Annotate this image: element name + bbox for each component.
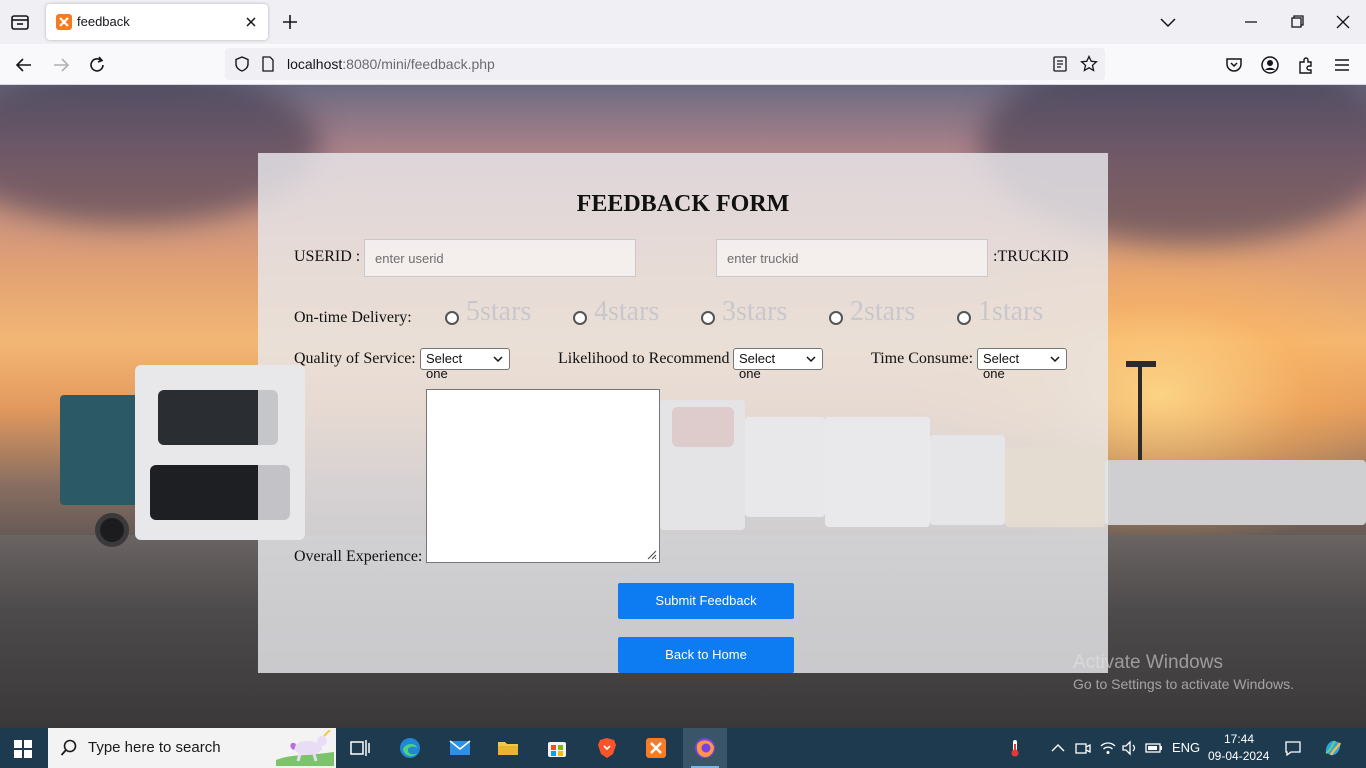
browser-tab-bar: feedback bbox=[0, 0, 1366, 44]
tab-feedback[interactable]: feedback bbox=[46, 4, 268, 40]
task-view-button[interactable] bbox=[338, 728, 382, 768]
background-wheel bbox=[95, 513, 129, 547]
temperature-tray-icon[interactable] bbox=[1006, 739, 1024, 757]
page-viewport: FEEDBACK FORM USERID : :TRUCKID On-time … bbox=[0, 85, 1366, 728]
time-consume-label: Time Consume: bbox=[871, 350, 974, 367]
address-bar[interactable]: localhost:8080/mini/feedback.php bbox=[225, 48, 1105, 80]
restore-icon[interactable] bbox=[1287, 12, 1307, 32]
mail-icon bbox=[449, 740, 471, 755]
taskbar-store-button[interactable] bbox=[535, 728, 579, 768]
taskbar-search-box[interactable]: Type here to search bbox=[48, 728, 336, 768]
input-language-indicator[interactable]: ENG bbox=[1172, 740, 1200, 755]
rating-1stars-label: 1stars bbox=[978, 296, 1044, 327]
menu-hamburger-icon[interactable] bbox=[1331, 54, 1353, 76]
resize-grip-icon[interactable] bbox=[645, 548, 657, 560]
rating-2stars-label: 2stars bbox=[850, 296, 916, 327]
tab-overflow-chevron-icon[interactable] bbox=[1158, 12, 1178, 32]
tab-list-icon[interactable] bbox=[8, 10, 32, 34]
time-consume-select[interactable]: Select one bbox=[977, 348, 1067, 381]
firefox-icon bbox=[695, 738, 715, 758]
account-icon[interactable] bbox=[1259, 54, 1281, 76]
search-icon bbox=[60, 739, 78, 757]
chevron-down-icon bbox=[806, 356, 816, 363]
rating-5stars-label: 5stars bbox=[466, 296, 532, 327]
brave-browser-icon bbox=[598, 738, 616, 758]
ontime-delivery-label: On-time Delivery: bbox=[294, 309, 412, 326]
rating-2stars-radio[interactable] bbox=[829, 311, 843, 325]
new-tab-plus-icon[interactable] bbox=[280, 12, 300, 32]
likelihood-to-recommend-select[interactable]: Select one bbox=[733, 348, 823, 381]
form-title: FEEDBACK FORM bbox=[576, 191, 790, 217]
taskbar-brave-button[interactable] bbox=[585, 728, 629, 768]
bookmark-star-icon[interactable] bbox=[1080, 54, 1098, 73]
chevron-down-icon bbox=[493, 356, 503, 363]
rating-1stars-radio[interactable] bbox=[957, 311, 971, 325]
task-view-icon bbox=[350, 740, 370, 756]
quality-of-service-label: Quality of Service: bbox=[294, 350, 416, 367]
url-host: localhost bbox=[287, 56, 343, 72]
rating-3stars-label: 3stars bbox=[722, 296, 788, 327]
truckid-input[interactable] bbox=[716, 239, 988, 277]
folder-icon bbox=[498, 742, 518, 755]
meet-now-tray-icon[interactable] bbox=[1074, 739, 1092, 757]
truckid-label: :TRUCKID bbox=[993, 248, 1069, 265]
userid-label: USERID : bbox=[294, 248, 361, 265]
minimize-icon[interactable] bbox=[1241, 12, 1261, 32]
taskbar-mail-button[interactable] bbox=[438, 728, 482, 768]
tracking-shield-icon[interactable] bbox=[233, 55, 251, 73]
windows-start-icon[interactable] bbox=[12, 738, 34, 760]
url-text: localhost:8080/mini/feedback.php bbox=[287, 56, 495, 72]
battery-icon[interactable] bbox=[1145, 739, 1163, 757]
page-info-icon[interactable] bbox=[261, 56, 275, 72]
quality-of-service-select[interactable]: Select one bbox=[420, 348, 510, 381]
notifications-icon[interactable] bbox=[1284, 739, 1302, 757]
quality-select-value: Select one bbox=[426, 351, 463, 381]
tab-title: feedback bbox=[77, 14, 130, 29]
taskbar-search-placeholder: Type here to search bbox=[88, 739, 221, 756]
overall-experience-textarea[interactable] bbox=[426, 389, 660, 563]
rating-4stars-label: 4stars bbox=[594, 296, 660, 327]
feedback-form-panel: FEEDBACK FORM USERID : :TRUCKID On-time … bbox=[258, 153, 1108, 673]
reader-view-icon[interactable] bbox=[1051, 55, 1069, 73]
back-arrow-icon[interactable] bbox=[13, 54, 35, 76]
speaker-volume-icon[interactable] bbox=[1121, 739, 1139, 757]
rating-4stars-radio[interactable] bbox=[573, 311, 587, 325]
forward-arrow-icon[interactable] bbox=[50, 54, 72, 76]
close-tab-icon[interactable] bbox=[242, 13, 260, 31]
activate-windows-watermark-title: Activate Windows bbox=[1073, 652, 1223, 673]
rating-3stars-radio[interactable] bbox=[701, 311, 715, 325]
taskbar-firefox-button[interactable] bbox=[683, 728, 727, 768]
activate-windows-watermark-subtitle: Go to Settings to activate Windows. bbox=[1073, 676, 1294, 692]
unicorn-search-highlight-icon bbox=[276, 729, 334, 766]
userid-input[interactable] bbox=[364, 239, 636, 277]
close-window-icon[interactable] bbox=[1333, 12, 1353, 32]
pocket-icon[interactable] bbox=[1223, 54, 1245, 76]
background-truck-fleet bbox=[1105, 460, 1366, 525]
taskbar-xampp-button[interactable] bbox=[634, 728, 678, 768]
xampp-favicon-icon bbox=[56, 14, 72, 30]
extensions-icon[interactable] bbox=[1295, 54, 1317, 76]
chevron-down-icon bbox=[1050, 356, 1060, 363]
copilot-icon[interactable] bbox=[1322, 737, 1344, 759]
time-select-value: Select one bbox=[983, 351, 1020, 381]
recommend-select-value: Select one bbox=[739, 351, 776, 381]
clock-time[interactable]: 17:44 bbox=[1224, 732, 1254, 746]
show-hidden-icons-chevron-up-icon[interactable] bbox=[1049, 739, 1067, 757]
taskbar-file-explorer-button[interactable] bbox=[486, 728, 530, 768]
clock-date[interactable]: 09-04-2024 bbox=[1208, 749, 1269, 763]
submit-feedback-button[interactable]: Submit Feedback bbox=[618, 583, 794, 619]
rating-5stars-radio[interactable] bbox=[445, 311, 459, 325]
back-to-home-button[interactable]: Back to Home bbox=[618, 637, 794, 673]
network-wifi-icon[interactable] bbox=[1099, 739, 1117, 757]
likelihood-to-recommend-label: Likelihood to Recommend bbox=[558, 350, 730, 367]
edge-browser-icon bbox=[400, 738, 420, 758]
browser-nav-bar: localhost:8080/mini/feedback.php bbox=[0, 44, 1366, 85]
taskbar-edge-button[interactable] bbox=[388, 728, 432, 768]
overall-experience-label: Overall Experience: bbox=[294, 548, 423, 565]
reload-icon[interactable] bbox=[86, 54, 108, 76]
url-path: :8080/mini/feedback.php bbox=[342, 56, 495, 72]
xampp-icon bbox=[646, 738, 666, 758]
windows-taskbar: Type here to search ENG 17:44 09-04-2024 bbox=[0, 728, 1366, 768]
microsoft-store-icon bbox=[548, 742, 566, 757]
